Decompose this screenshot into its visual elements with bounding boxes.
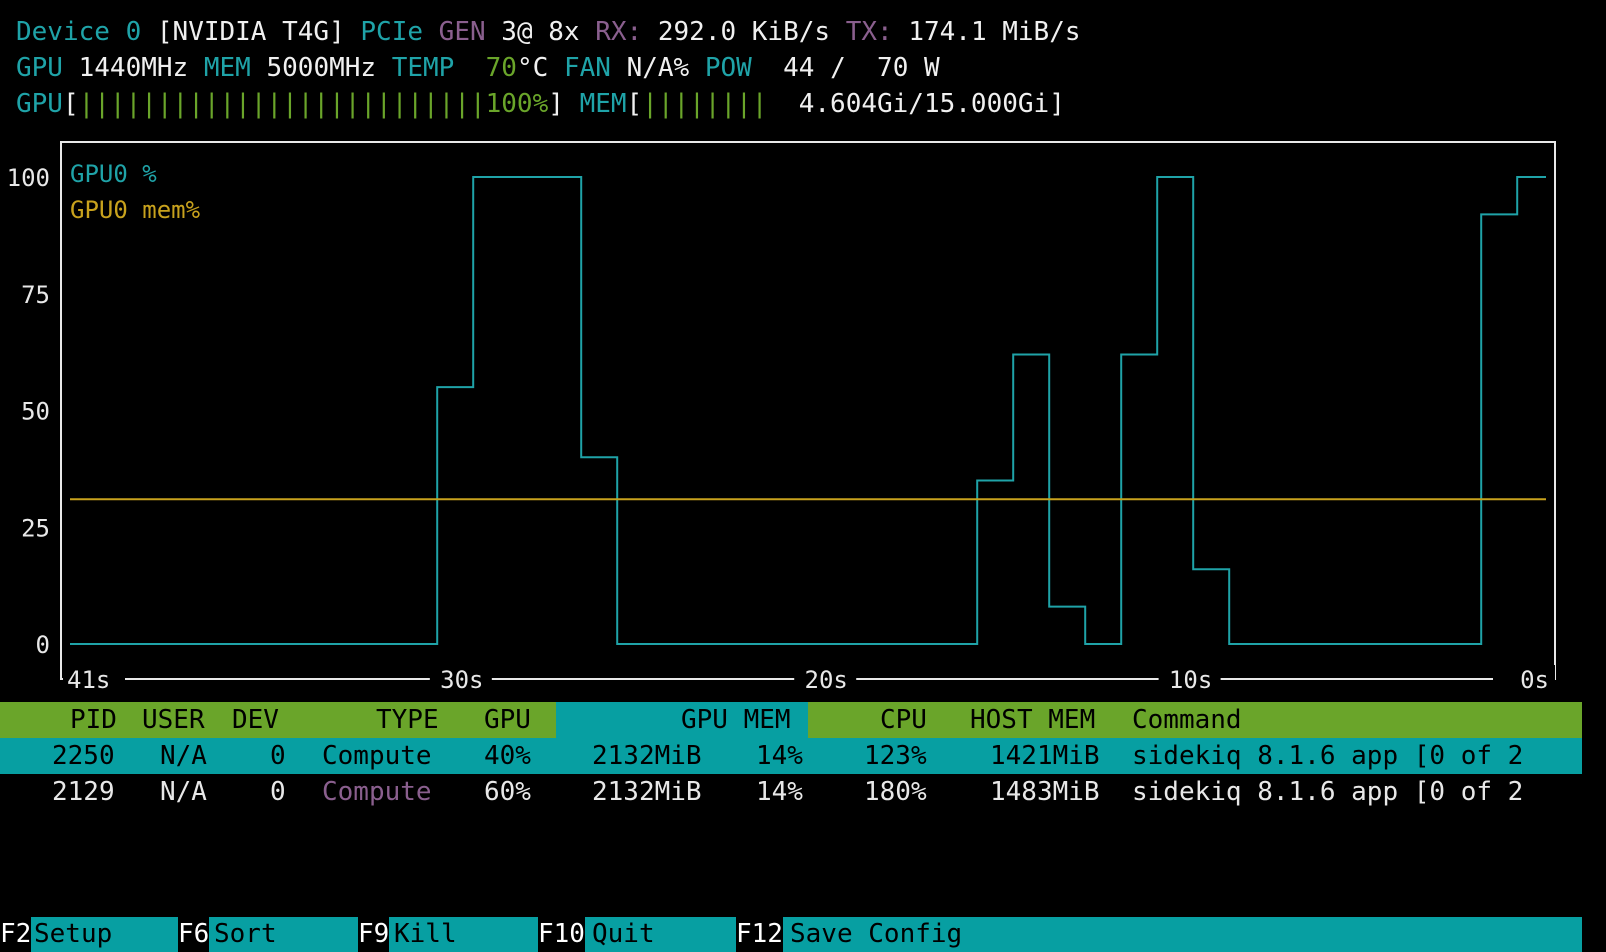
- y-tick-label: 100: [7, 164, 50, 192]
- temp-unit: °C: [516, 53, 549, 83]
- gpu-clock-label: GPU: [16, 53, 63, 83]
- mem-bar-label: MEM: [579, 89, 627, 119]
- y-tick-label: 25: [21, 514, 50, 542]
- row-type: Compute: [322, 741, 432, 771]
- rx-label: RX:: [595, 17, 643, 47]
- usage-bars-line: GPU[||||||||||||||||||||||||||100%] MEM[…: [16, 89, 1065, 119]
- device-name: [NVIDIA T4G]: [156, 17, 345, 47]
- col-user[interactable]: USER: [142, 702, 205, 738]
- chart-frame: [60, 141, 1556, 680]
- col-command[interactable]: Command: [1132, 702, 1242, 738]
- x-tick-label: 0s: [1520, 666, 1549, 690]
- f12-key[interactable]: F12: [736, 917, 783, 952]
- f9-key[interactable]: F9: [358, 917, 390, 952]
- row-host-mem: 1483MiB: [990, 777, 1100, 807]
- fan-label: FAN: [563, 53, 611, 83]
- row-pid: 2129: [52, 777, 115, 807]
- row-host-mem: 1421MiB: [990, 741, 1100, 771]
- kill-button[interactable]: Kill: [394, 917, 457, 952]
- row-cpu: 180%: [864, 777, 927, 807]
- gpu-usage-chart: 100 75 50 25 0 41s 30s 20s 10s 0s GPU0 % GPU0 mem%: [7, 141, 1556, 690]
- fan-value: N/A%: [626, 53, 690, 83]
- f10-key[interactable]: F10: [538, 917, 585, 952]
- f2-key[interactable]: F2: [0, 917, 32, 952]
- x-tick-label: 41s: [67, 666, 110, 690]
- row-command: sidekiq 8.1.6 app [0 of 2: [1132, 741, 1524, 771]
- col-gpu[interactable]: GPU: [484, 702, 531, 738]
- gpu-usage-bar: ||||||||||||||||||||||||||: [78, 89, 486, 119]
- setup-button[interactable]: Setup: [34, 917, 112, 952]
- row-command: sidekiq 8.1.6 app [0 of 2: [1132, 777, 1524, 807]
- x-tick-label: 20s: [805, 666, 848, 690]
- pcie-label: PCIe: [360, 17, 424, 47]
- y-tick-label: 75: [21, 281, 50, 309]
- f6-key[interactable]: F6: [178, 917, 210, 952]
- device-info-line: Device 0 [NVIDIA T4G] PCIe GEN 3@ 8x RX:…: [16, 14, 1081, 50]
- y-tick-label: 50: [21, 398, 50, 426]
- col-type[interactable]: TYPE: [376, 702, 439, 738]
- gpu-bar-label: GPU: [16, 89, 63, 119]
- rx-value: 292.0 KiB/s: [657, 17, 831, 47]
- mem-clock-label: MEM: [203, 53, 251, 83]
- row-user: N/A: [160, 777, 207, 807]
- row-gpu-mem: 2132MiB: [592, 741, 702, 771]
- row-user: N/A: [160, 741, 207, 771]
- mem-clock-value: 5000MHz: [266, 53, 377, 83]
- quit-button[interactable]: Quit: [592, 917, 655, 952]
- process-table-header: PID USER DEV TYPE GPU GPU MEM CPU HOST M…: [0, 702, 1582, 738]
- row-gpu: 40%: [484, 741, 531, 771]
- power-value: 44 / 70 W: [783, 53, 940, 83]
- x-tick-label: 30s: [440, 666, 483, 690]
- device-label: Device 0: [16, 17, 142, 47]
- gen-label: GEN: [438, 17, 486, 47]
- row-gpu: 60%: [484, 777, 531, 807]
- table-row[interactable]: 2250 N/A 0 Compute 40% 2132MiB 14% 123% …: [0, 738, 1582, 774]
- clock-info-line: GPU 1440MHz MEM 5000MHz TEMP 70°C FAN N/…: [16, 50, 940, 86]
- row-gpu-mem-pct: 14%: [756, 777, 803, 807]
- gpu-usage-text: 100%: [485, 89, 549, 119]
- temp-value: 70: [485, 53, 517, 83]
- col-pid[interactable]: PID: [70, 702, 117, 738]
- gpu-clock-value: 1440MHz: [78, 53, 189, 83]
- row-dev: 0: [270, 741, 286, 771]
- gpu-usage-line: [70, 176, 1546, 645]
- x-tick-label: 10s: [1169, 666, 1212, 690]
- row-type: Compute: [322, 777, 432, 807]
- function-key-bar: F2 Setup F6 Sort F9 Kill F10 Quit F12 Sa…: [0, 917, 1582, 952]
- legend-entry: GPU0 %: [70, 160, 157, 188]
- col-gpu-mem[interactable]: GPU MEM: [681, 702, 791, 738]
- y-tick-label: 0: [36, 631, 50, 659]
- save-config-button[interactable]: Save Config: [790, 917, 962, 952]
- temp-label: TEMP: [391, 53, 455, 83]
- gen-value: 3@ 8x: [501, 17, 580, 47]
- sort-button[interactable]: Sort: [214, 917, 277, 952]
- tx-value: 174.1 MiB/s: [908, 17, 1081, 47]
- col-host-mem[interactable]: HOST MEM: [970, 702, 1095, 738]
- row-pid: 2250: [52, 741, 115, 771]
- power-label: POW: [704, 53, 752, 83]
- legend-entry: GPU0 mem%: [70, 196, 201, 224]
- table-row[interactable]: 2129 N/A 0 Compute 60% 2132MiB 14% 180% …: [0, 774, 1582, 810]
- row-gpu-mem-pct: 14%: [756, 741, 803, 771]
- row-cpu: 123%: [864, 741, 927, 771]
- col-cpu[interactable]: CPU: [880, 702, 927, 738]
- row-dev: 0: [270, 777, 286, 807]
- row-gpu-mem: 2132MiB: [592, 777, 702, 807]
- mem-usage-bar: ||||||||: [642, 89, 799, 119]
- mem-usage-text: 4.604Gi/15.000Gi: [798, 89, 1050, 119]
- tx-label: TX:: [845, 17, 893, 47]
- col-dev[interactable]: DEV: [232, 702, 279, 738]
